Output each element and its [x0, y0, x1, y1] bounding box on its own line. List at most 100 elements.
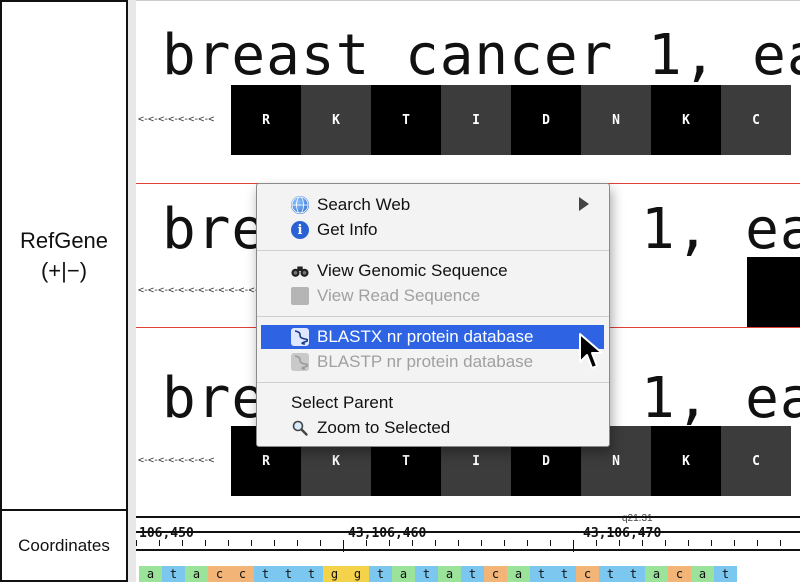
- menu-item-view-genomic-sequence[interactable]: View Genomic Sequence: [257, 259, 609, 283]
- gene-title-row-2-right[interactable]: 1, ea: [641, 197, 800, 262]
- gene-title-row-1[interactable]: breast cancer 1, ea: [162, 23, 800, 88]
- mouse-cursor-icon: [579, 333, 603, 369]
- amino-acid-cell[interactable]: C: [721, 85, 791, 155]
- ruler-tick: [780, 540, 781, 546]
- coordinate-label: 43,106,460: [348, 526, 427, 541]
- info-icon: i: [291, 221, 309, 239]
- gene-title-row-2-left[interactable]: bre: [162, 197, 266, 262]
- menu-item-label: Search Web: [317, 195, 411, 214]
- base-cell: t: [415, 566, 438, 582]
- menu-item-blastp[interactable]: BLASTP nr protein database: [257, 350, 609, 374]
- read-sequence-icon: [291, 287, 309, 305]
- base-cell: g: [346, 566, 369, 582]
- menu-item-zoom-to-selected[interactable]: Zoom to Selected: [257, 416, 609, 440]
- context-menu[interactable]: Search Web i Get Info View Genomic Seque…: [256, 183, 610, 447]
- base-cell: a: [438, 566, 461, 582]
- ruler-tick: [297, 540, 298, 546]
- ruler-tick: [642, 540, 643, 546]
- track-label-column: RefGene (+|−) Coordinates: [0, 0, 128, 582]
- menu-item-label: View Read Sequence: [317, 286, 481, 305]
- track-label-refgene[interactable]: RefGene (+|−): [0, 0, 128, 511]
- base-cell: t: [622, 566, 645, 582]
- menu-item-blastx[interactable]: BLASTX nr protein database: [261, 325, 604, 349]
- base-cell: c: [576, 566, 599, 582]
- ruler-tick: [596, 540, 597, 546]
- base-cell: a: [645, 566, 668, 582]
- amino-acid-cell[interactable]: K: [301, 85, 371, 155]
- amino-acid-cell[interactable]: C: [721, 426, 791, 496]
- menu-separator: [257, 316, 609, 317]
- ruler-tick: [343, 540, 344, 552]
- menu-item-label: Get Info: [317, 220, 378, 239]
- track-strand: (+|−): [40, 257, 88, 283]
- base-cell: a: [691, 566, 714, 582]
- menu-separator: [257, 382, 609, 383]
- ruler-tick: [205, 540, 206, 546]
- strand-dashes-row-3: <-<-<-<-<-<-<-<: [138, 455, 214, 466]
- base-sequence: atacctttggtatatcattcttacat: [139, 566, 737, 582]
- menu-item-label: BLASTP nr protein database: [317, 352, 534, 371]
- strand-dashes-row-1: <-<-<-<-<-<-<-<: [138, 114, 214, 125]
- gene-title-row-3-right[interactable]: 1, ea: [641, 366, 800, 431]
- coordinate-label: 43,106,470: [583, 526, 662, 541]
- coordinate-label: 106,450: [139, 526, 194, 541]
- base-cell: g: [323, 566, 346, 582]
- base-cell: a: [392, 566, 415, 582]
- ruler-tick: [665, 540, 666, 546]
- amino-acid-cell[interactable]: D: [511, 85, 581, 155]
- coordinates-panel[interactable]: q21.31 106,450 43,106,460 43,106,470 ata…: [136, 511, 800, 582]
- base-cell: t: [277, 566, 300, 582]
- amino-acid-cell[interactable]: I: [441, 85, 511, 155]
- menu-item-get-info[interactable]: i Get Info: [257, 218, 609, 242]
- amino-acid-cell[interactable]: K: [651, 426, 721, 496]
- base-cell: t: [461, 566, 484, 582]
- amino-acid-cell[interactable]: N: [581, 85, 651, 155]
- magnifier-icon: [291, 419, 309, 437]
- binoculars-icon: [291, 262, 309, 280]
- ruler-tick: [688, 540, 689, 546]
- ruler-tick: [481, 540, 482, 546]
- menu-item-view-read-sequence[interactable]: View Read Sequence: [257, 284, 609, 308]
- base-cell: t: [300, 566, 323, 582]
- track-name: RefGene: [19, 227, 109, 253]
- ruler-tick: [228, 540, 229, 546]
- ruler-tick: [527, 540, 528, 546]
- menu-item-label: BLASTX nr protein database: [317, 327, 534, 346]
- base-cell: a: [139, 566, 162, 582]
- amino-acid-cell[interactable]: T: [371, 85, 441, 155]
- ruler-band: [136, 516, 800, 533]
- ruler-tick: [757, 540, 758, 546]
- ruler-tick: [573, 540, 574, 552]
- base-cell: t: [553, 566, 576, 582]
- ruler-line: [136, 549, 800, 551]
- base-cell: c: [668, 566, 691, 582]
- base-cell: t: [254, 566, 277, 582]
- menu-item-search-web[interactable]: Search Web: [257, 193, 609, 217]
- ruler-tick: [734, 540, 735, 546]
- ruler-tick: [366, 540, 367, 546]
- base-cell: c: [231, 566, 254, 582]
- menu-item-select-parent[interactable]: Select Parent: [257, 391, 609, 415]
- base-cell: c: [484, 566, 507, 582]
- ruler-tick: [711, 540, 712, 546]
- menu-item-label: View Genomic Sequence: [317, 261, 508, 280]
- amino-acid-cell[interactable]: R: [231, 85, 301, 155]
- ruler-tick: [136, 540, 137, 546]
- ruler-tick: [320, 540, 321, 546]
- coordinates-label: Coordinates: [0, 509, 128, 582]
- submenu-arrow-icon: [579, 197, 589, 211]
- menu-item-label: Select Parent: [291, 393, 394, 412]
- gene-title-row-3-left[interactable]: bre: [162, 366, 266, 431]
- feature-block[interactable]: [747, 257, 800, 327]
- blast-icon: [291, 353, 309, 371]
- base-cell: t: [162, 566, 185, 582]
- base-cell: t: [369, 566, 392, 582]
- aa-row-1[interactable]: RKTIDNKC: [231, 85, 791, 155]
- ruler-tick: [182, 540, 183, 546]
- menu-separator: [257, 250, 609, 251]
- ruler-tick: [251, 540, 252, 546]
- blast-icon: [291, 328, 309, 346]
- base-cell: a: [507, 566, 530, 582]
- base-cell: a: [185, 566, 208, 582]
- amino-acid-cell[interactable]: K: [651, 85, 721, 155]
